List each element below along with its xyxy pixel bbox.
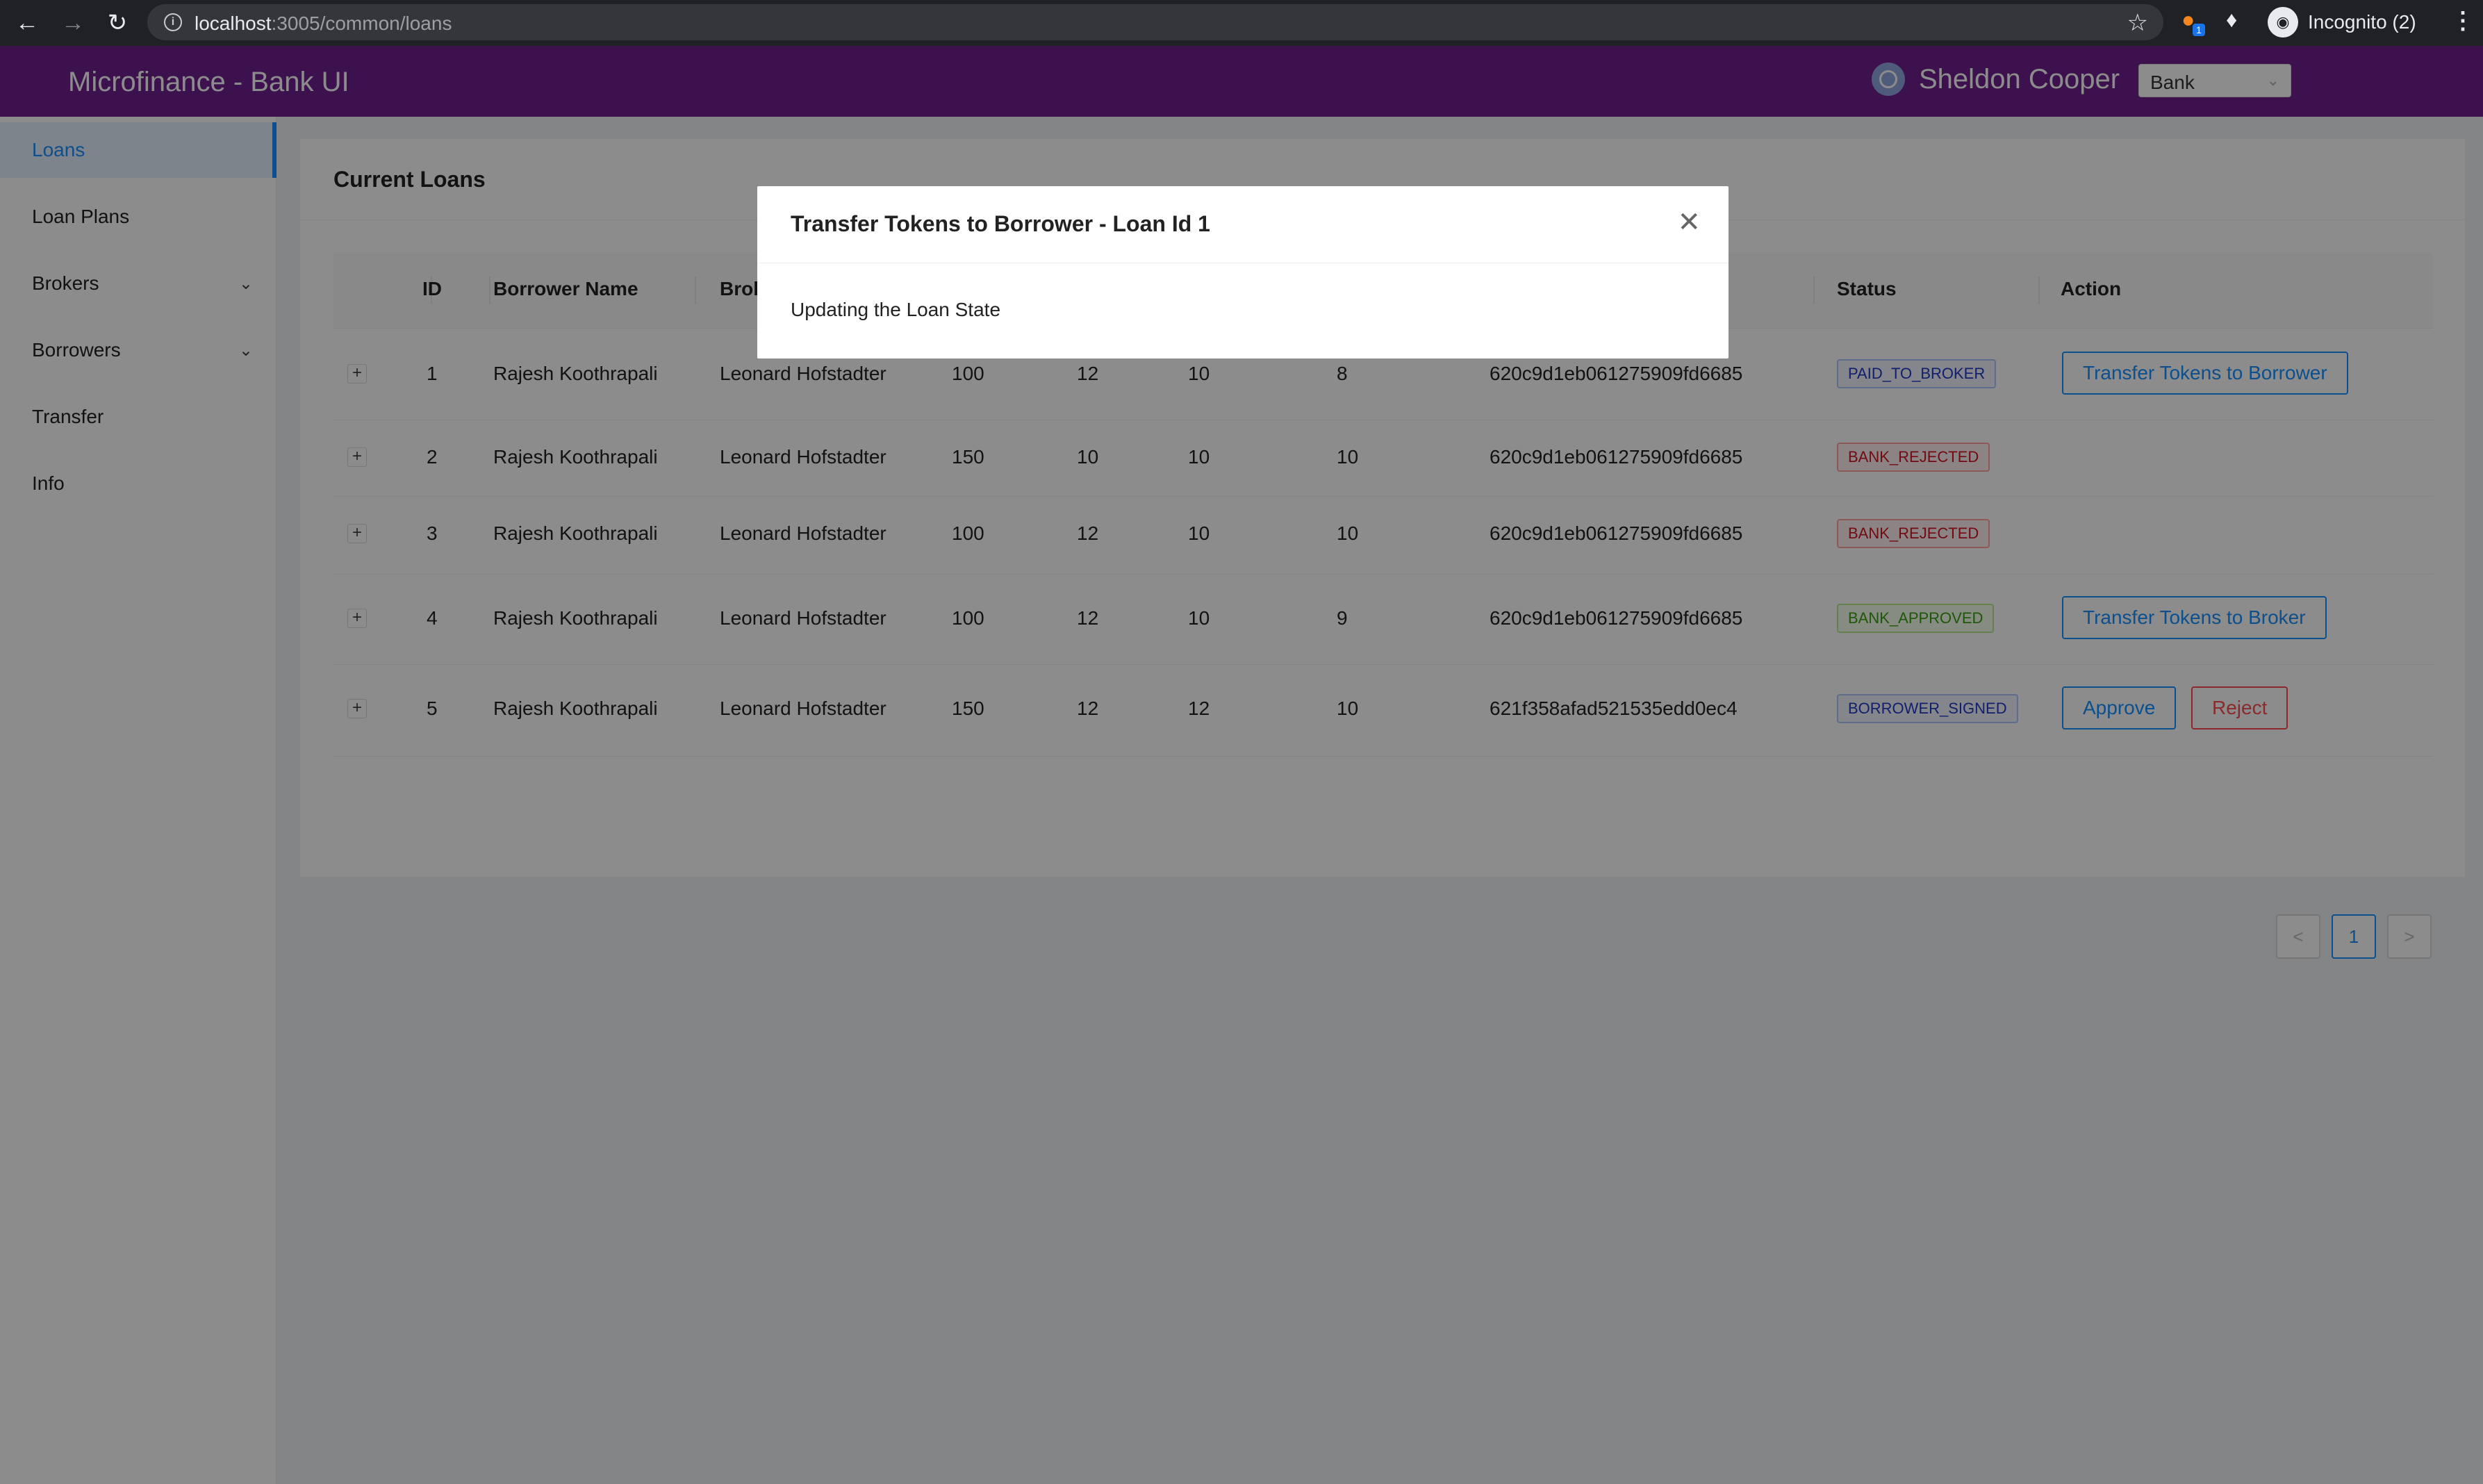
address-bar[interactable]: i localhost:3005/common/loans ☆ [147,4,2163,40]
extensions-puzzle-icon[interactable]: ♦ [2226,7,2237,33]
close-icon[interactable]: ✕ [1677,208,1701,236]
reload-icon[interactable]: ↻ [103,8,132,38]
bookmark-star-icon[interactable]: ☆ [2127,9,2148,37]
forward-icon[interactable]: → [58,8,88,38]
url-text[interactable]: localhost:3005/common/loans [195,13,452,35]
site-info-icon[interactable]: i [164,13,182,31]
modal-title: Transfer Tokens to Borrower - Loan Id 1 [791,211,1210,236]
incognito-profile[interactable]: ◉ Incognito (2) [2268,6,2416,39]
browser-menu-icon[interactable]: ⋮ [2451,7,2475,35]
modal-body-text: Updating the Loan State [791,299,1001,320]
transfer-modal: Transfer Tokens to Borrower - Loan Id 1 … [757,186,1729,358]
incognito-icon: ◉ [2268,7,2298,38]
incognito-label: Incognito (2) [2308,11,2416,33]
modal-header: Transfer Tokens to Borrower - Loan Id 1 … [757,186,1729,263]
back-icon[interactable]: ← [13,8,42,38]
browser-toolbar: ← → ↻ i localhost:3005/common/loans ☆ ● … [0,0,2483,46]
extension-badge: 1 [2193,24,2205,36]
